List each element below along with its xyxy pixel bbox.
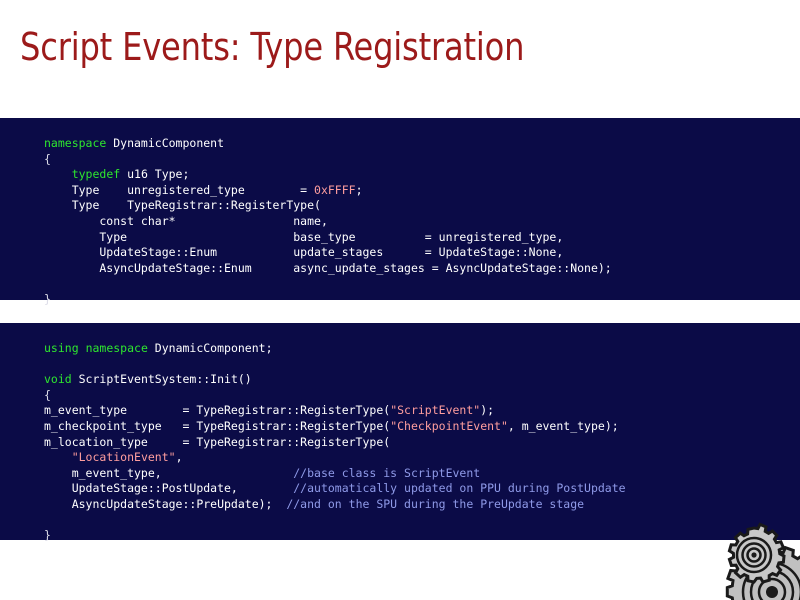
code-block-1: namespace DynamicComponent{ typedef u16 … <box>44 136 612 308</box>
code-token-txt: m_location_type = TypeRegistrar::Registe… <box>44 434 391 449</box>
code-token-kw: typedef <box>71 167 121 182</box>
code-line: m_location_type = TypeRegistrar::Registe… <box>44 435 626 451</box>
code-token-num: 0xFFFF <box>314 182 356 197</box>
code-token-txt: AsyncUpdateStage::PreUpdate); <box>44 496 287 511</box>
code-token-txt: AsyncUpdateStage::Enum async_update_stag… <box>44 260 612 275</box>
code-token-txt: const char* name, <box>44 213 328 228</box>
code-token-txt: , m_event_type); <box>507 418 619 433</box>
slide-canvas: Script Events: Type Registration namespa… <box>0 0 800 600</box>
code-token-punct: { <box>44 387 51 402</box>
code-token-punct: } <box>44 528 51 543</box>
code-token-txt: u16 Type; <box>120 167 190 182</box>
code-line: using namespace DynamicComponent; <box>44 341 626 357</box>
code-token-txt: DynamicComponent; <box>147 341 273 355</box>
code-token-txt: ; <box>355 182 363 197</box>
code-token-punct: { <box>44 151 51 166</box>
code-line: Type TypeRegistrar::RegisterType( <box>44 198 612 214</box>
code-panel-script-event-system-init: using namespace DynamicComponent; void S… <box>0 323 800 542</box>
code-token-cmt: //base class is ScriptEvent <box>293 465 481 480</box>
code-token-txt: ); <box>480 403 495 418</box>
code-line: AsyncUpdateStage::Enum async_update_stag… <box>44 260 612 277</box>
code-block-2: using namespace DynamicComponent; void S… <box>44 341 626 544</box>
code-token-txt: Type base_type = unregistered_type, <box>44 229 564 244</box>
code-token-punct: } <box>44 291 51 306</box>
code-line: typedef u16 Type; <box>44 167 612 183</box>
code-token-str: "CheckpointEvent" <box>390 418 508 433</box>
code-line: UpdateStage::PostUpdate, //automatically… <box>44 481 626 497</box>
code-line: m_checkpoint_type = TypeRegistrar::Regis… <box>44 419 626 435</box>
code-token-kw: namespace <box>44 136 107 150</box>
code-token-cmt: //automatically updated on PPU during Po… <box>293 481 626 496</box>
code-token-txt: , <box>175 450 183 465</box>
code-token-kw: void <box>44 372 72 387</box>
code-token-kw: using <box>44 341 79 355</box>
code-token-txt: ScriptEventSystem::Init() <box>71 372 252 387</box>
code-line: void ScriptEventSystem::Init() <box>44 372 626 388</box>
code-line: { <box>44 152 612 168</box>
code-line: m_event_type, //base class is ScriptEven… <box>44 466 626 482</box>
code-panel-type-registration-signature: namespace DynamicComponent{ typedef u16 … <box>0 118 800 306</box>
code-line: m_event_type = TypeRegistrar::RegisterTy… <box>44 403 626 419</box>
code-token-txt: Type unregistered_type = <box>44 182 315 197</box>
code-line: Type base_type = unregistered_type, <box>44 230 612 246</box>
page-title: Script Events: Type Registration <box>20 25 525 69</box>
code-line: UpdateStage::Enum update_stages = Update… <box>44 245 612 261</box>
code-token-txt: m_checkpoint_type = TypeRegistrar::Regis… <box>44 418 391 433</box>
code-token-str: "ScriptEvent" <box>390 403 481 418</box>
code-line: } <box>44 528 626 544</box>
code-token-txt: UpdateStage::Enum update_stages = Update… <box>44 245 564 260</box>
code-token-str: "LocationEvent" <box>71 450 176 465</box>
code-line: } <box>44 292 612 308</box>
code-line: { <box>44 388 626 404</box>
code-token-txt: m_event_type = TypeRegistrar::RegisterTy… <box>44 403 391 418</box>
code-token-txt: Type TypeRegistrar::RegisterType( <box>44 198 321 213</box>
code-token-txt: DynamicComponent <box>106 136 225 150</box>
code-token-cmt: //and on the SPU during the PreUpdate st… <box>286 496 585 511</box>
code-token-txt: m_event_type, <box>44 465 294 480</box>
code-line: AsyncUpdateStage::PreUpdate); //and on t… <box>44 497 626 513</box>
code-token-txt: UpdateStage::PostUpdate, <box>44 481 294 496</box>
gear-large-icon <box>725 545 800 600</box>
code-line: Type unregistered_type = 0xFFFF; <box>44 183 612 199</box>
code-line: "LocationEvent", <box>44 450 626 466</box>
code-line: const char* name, <box>44 214 612 230</box>
code-token-kw: namespace <box>85 341 148 355</box>
code-line: namespace DynamicComponent <box>44 136 612 152</box>
